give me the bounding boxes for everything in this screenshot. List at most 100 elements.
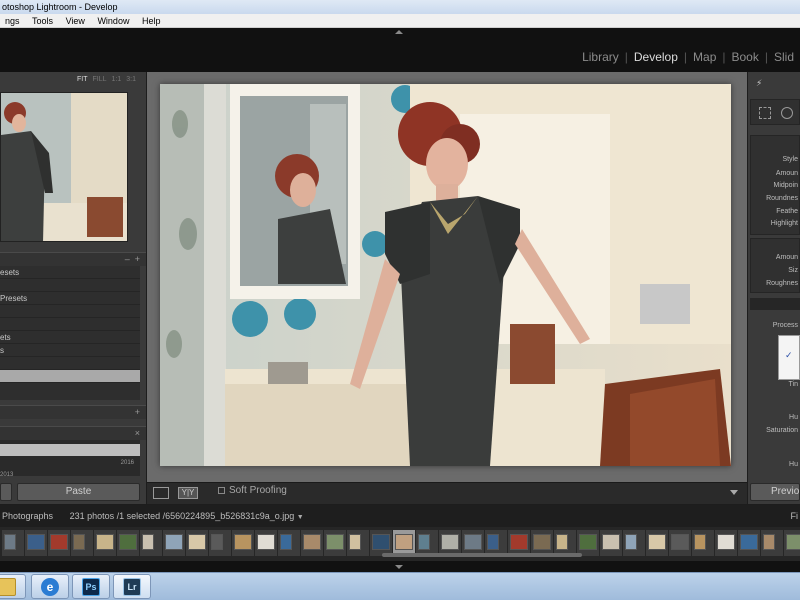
- filmstrip-thumbnail[interactable]: [694, 534, 706, 550]
- zoom-fit[interactable]: FIT: [77, 76, 88, 83]
- preset-folder[interactable]: [0, 318, 140, 331]
- crop-tool-icon[interactable]: [759, 107, 771, 119]
- main-photo[interactable]: [160, 84, 731, 466]
- filmstrip-filename[interactable]: 6560224895_b526831c9a_o.jpg: [165, 511, 294, 521]
- taskbar-ie[interactable]: e: [31, 574, 69, 599]
- preset-selected[interactable]: [0, 370, 140, 383]
- filmstrip-thumbnail[interactable]: [418, 534, 430, 550]
- filmstrip-thumbnail[interactable]: [487, 534, 499, 550]
- filmstrip-thumbnail[interactable]: [740, 534, 758, 550]
- filmstrip-thumbnail[interactable]: [27, 534, 45, 550]
- filmstrip-thumbnail[interactable]: [142, 534, 154, 550]
- filmstrip-source[interactable]: Photographs: [0, 511, 53, 521]
- filmstrip-thumbnail[interactable]: [763, 534, 775, 550]
- filmstrip-thumbnail[interactable]: [280, 534, 292, 550]
- preset-folder[interactable]: ets: [0, 331, 140, 344]
- navigator-preview[interactable]: [0, 92, 128, 242]
- copy-button[interactable]: [0, 483, 12, 501]
- filmstrip-thumbnail[interactable]: [717, 534, 735, 550]
- preset-folder[interactable]: [0, 357, 140, 370]
- zoom-3-1[interactable]: 3:1: [126, 76, 136, 83]
- filmstrip-thumbnail[interactable]: [671, 534, 689, 550]
- filmstrip-thumbnail[interactable]: [234, 534, 252, 550]
- history-item-selected[interactable]: [0, 444, 140, 456]
- preset-folder[interactable]: esets: [0, 266, 140, 279]
- filmstrip-thumbnail[interactable]: [50, 534, 68, 550]
- soft-proofing-toggle[interactable]: Soft Proofing: [218, 485, 287, 496]
- filmstrip-scrollbar[interactable]: [382, 553, 582, 557]
- filmstrip-filter[interactable]: Fi: [791, 505, 799, 527]
- paste-button[interactable]: Paste: [17, 483, 140, 501]
- filmstrip-thumbnail[interactable]: [556, 534, 568, 550]
- filmstrip-thumbnail[interactable]: [188, 534, 206, 550]
- module-develop[interactable]: Develop: [628, 50, 684, 64]
- taskbar-explorer[interactable]: [0, 574, 26, 599]
- filmstrip-thumbnail[interactable]: [625, 534, 637, 550]
- filmstrip-thumbnail[interactable]: [303, 534, 321, 550]
- lightroom-icon: Lr: [123, 577, 141, 596]
- lightning-icon[interactable]: ⚡: [756, 78, 762, 89]
- filmstrip-thumbnail[interactable]: [257, 534, 275, 550]
- filmstrip-thumbnail[interactable]: [96, 534, 114, 550]
- filmstrip-thumbnail[interactable]: [119, 534, 137, 550]
- before-after-icon[interactable]: Y|Y: [178, 487, 198, 499]
- history-clear-icon[interactable]: ×: [135, 428, 140, 438]
- process-label: Process: [772, 322, 798, 329]
- previous-button[interactable]: Previo: [750, 483, 800, 501]
- filmstrip-thumbnail[interactable]: [211, 534, 223, 550]
- preset-folder[interactable]: [0, 305, 140, 318]
- menu-bar: ngs Tools View Window Help: [0, 14, 800, 28]
- view-loupe-icon[interactable]: [153, 487, 169, 499]
- filmstrip-thumbnail[interactable]: [4, 534, 16, 550]
- zoom-fill[interactable]: FILL: [93, 76, 107, 83]
- filmstrip-thumbnail[interactable]: [372, 534, 390, 550]
- filmstrip-thumbnail[interactable]: [510, 534, 528, 550]
- filmstrip-thumbnail[interactable]: [648, 534, 666, 550]
- history-header[interactable]: ×: [0, 426, 146, 440]
- amount-label: Amoun: [775, 170, 798, 177]
- filmstrip-thumbnail[interactable]: [533, 534, 551, 550]
- module-map[interactable]: Map: [687, 50, 722, 64]
- taskbar-photoshop[interactable]: Ps: [72, 574, 110, 599]
- collapse-bottom-icon[interactable]: [395, 565, 403, 569]
- module-slideshow[interactable]: Slid: [768, 50, 800, 64]
- menu-tools[interactable]: Tools: [27, 14, 58, 28]
- taskbar-lightroom[interactable]: Lr: [113, 574, 151, 599]
- preset-folder[interactable]: [0, 279, 140, 292]
- collapse-top-icon[interactable]: [395, 30, 403, 34]
- filmstrip-header: Photographs 231 photos /1 selected /6560…: [0, 505, 800, 527]
- feather-label: Feathe: [776, 208, 798, 215]
- filmstrip-thumbnail[interactable]: [602, 534, 620, 550]
- filmstrip-thumbnail[interactable]: [464, 534, 482, 550]
- filmstrip-thumbnail[interactable]: [349, 534, 361, 550]
- presets-add-icon[interactable]: +: [135, 254, 140, 264]
- snapshots-header[interactable]: +: [0, 405, 146, 419]
- spot-removal-icon[interactable]: [781, 107, 793, 119]
- menu-view[interactable]: View: [61, 14, 90, 28]
- filmstrip-thumbnail[interactable]: [441, 534, 459, 550]
- filmstrip-thumbnail[interactable]: [579, 534, 597, 550]
- check-icon: ✓: [785, 350, 793, 360]
- presets-header[interactable]: – +: [0, 252, 146, 266]
- menu-window[interactable]: Window: [92, 14, 134, 28]
- filmstrip-thumbnail[interactable]: [786, 534, 800, 550]
- preset-folder[interactable]: s: [0, 344, 140, 357]
- process-dropdown-menu[interactable]: ✓: [778, 335, 800, 380]
- history-year-old: 2013: [0, 472, 14, 478]
- camera-calibration-header[interactable]: [750, 298, 800, 310]
- filmstrip-thumbnail[interactable]: [73, 534, 85, 550]
- preset-folder[interactable]: Presets: [0, 292, 140, 305]
- filmstrip-thumbnail[interactable]: [395, 534, 413, 550]
- module-book[interactable]: Book: [726, 50, 765, 64]
- zoom-1-1[interactable]: 1:1: [112, 76, 122, 83]
- soft-proofing-checkbox[interactable]: [218, 486, 225, 494]
- toolbar-menu-icon[interactable]: [730, 490, 738, 495]
- menu-settings[interactable]: ngs: [0, 14, 25, 28]
- filmstrip-thumbnail[interactable]: [326, 534, 344, 550]
- presets-collapse-icon[interactable]: –: [125, 254, 130, 264]
- menu-help[interactable]: Help: [137, 14, 166, 28]
- filename-dropdown-icon[interactable]: ▼: [297, 514, 304, 521]
- module-library[interactable]: Library: [576, 50, 625, 64]
- filmstrip-thumbnail[interactable]: [165, 534, 183, 550]
- snapshots-add-icon[interactable]: +: [135, 407, 140, 417]
